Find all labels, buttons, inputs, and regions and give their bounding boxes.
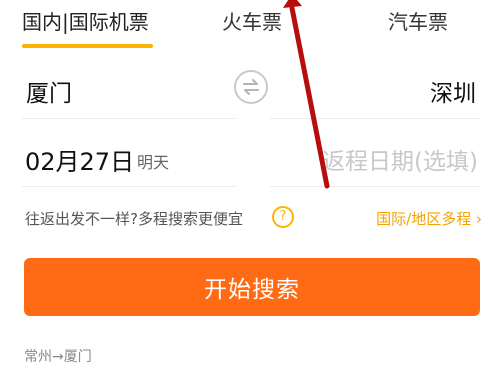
help-icon[interactable]: ? xyxy=(272,206,294,228)
search-history-item[interactable]: 常州→厦门 xyxy=(24,346,92,366)
return-date-field[interactable]: 返程日期(选填) xyxy=(322,142,478,176)
search-button[interactable]: 开始搜索 xyxy=(24,258,480,316)
swap-cities-button[interactable] xyxy=(234,70,268,104)
departure-city[interactable]: 厦门 xyxy=(26,74,72,108)
divider xyxy=(270,118,480,119)
swap-arrows-icon xyxy=(243,79,259,95)
tab-buses[interactable]: 汽车票 xyxy=(388,6,448,35)
departure-date[interactable]: 02月27日 xyxy=(25,142,134,177)
multi-trip-hint: 往返出发不一样?多程搜索更便宜 xyxy=(25,210,243,228)
tab-trains[interactable]: 火车票 xyxy=(222,6,282,35)
annotation-arrow-icon xyxy=(283,0,330,189)
arrival-city[interactable]: 深圳 xyxy=(430,74,476,108)
divider xyxy=(22,118,236,119)
divider xyxy=(22,186,236,187)
tab-flights[interactable]: 国内|国际机票 xyxy=(22,6,149,35)
divider xyxy=(270,186,480,187)
departure-weekday: 明天 xyxy=(137,153,170,172)
ticket-type-tabs: 国内|国际机票 火车票 汽车票 xyxy=(0,0,500,54)
active-tab-indicator xyxy=(22,44,153,48)
multi-trip-link[interactable]: 国际/地区多程 › xyxy=(376,208,482,229)
